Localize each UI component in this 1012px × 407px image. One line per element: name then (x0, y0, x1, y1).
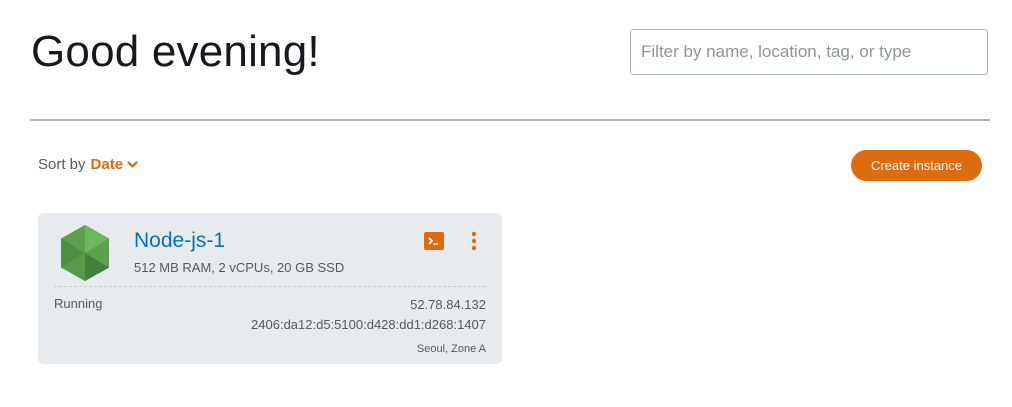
instance-ipv4: 52.78.84.132 (410, 297, 486, 312)
search-input[interactable] (630, 29, 988, 75)
instance-card: Node-js-1 512 MB RAM, 2 vCPUs, 20 GB SSD… (38, 213, 502, 364)
instance-specs: 512 MB RAM, 2 vCPUs, 20 GB SSD (134, 260, 345, 275)
create-instance-button[interactable]: Create instance (851, 150, 982, 181)
instance-location: Seoul, Zone A (416, 343, 486, 355)
terminal-connect-icon[interactable] (424, 232, 444, 250)
instance-name-link[interactable]: Node-js-1 (134, 229, 225, 253)
card-divider (54, 286, 486, 287)
sort-value: Date (90, 156, 124, 173)
sort-dropdown[interactable]: Date (91, 156, 139, 173)
page-title: Good evening! (31, 27, 320, 76)
chevron-down-icon (127, 160, 138, 168)
instances-page: Good evening! Sort by Date Create instan… (0, 0, 1012, 407)
instance-status: Running (54, 296, 103, 311)
nodejs-logo-icon (61, 225, 109, 281)
sort-control: Sort by Date (38, 156, 138, 173)
sort-label: Sort by (38, 156, 86, 173)
instance-ipv6: 2406:da12:d5:5100:d428:dd1:d268:1407 (251, 317, 486, 332)
header-divider (30, 119, 990, 121)
more-options-icon[interactable] (467, 231, 481, 253)
